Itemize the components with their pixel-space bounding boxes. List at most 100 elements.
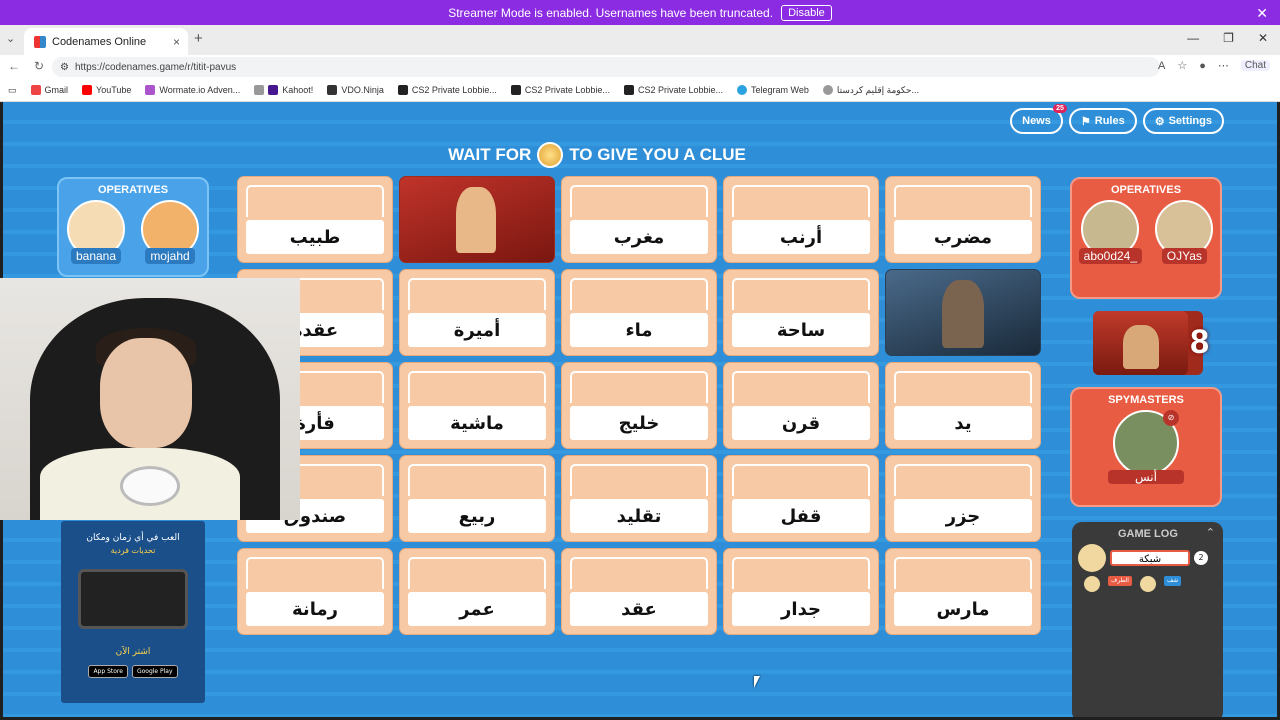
bookmark-wormate[interactable]: Wormate.io Adven...	[145, 85, 240, 95]
window-close-icon[interactable]: ✕	[1258, 31, 1268, 45]
close-icon[interactable]: ✕	[1256, 5, 1268, 22]
player-mojahd: mojahd	[141, 200, 199, 264]
word-card[interactable]: مضرب	[885, 176, 1041, 263]
player-abo0d24: abo0d24_	[1078, 200, 1143, 264]
word-card[interactable]: ساحة	[723, 269, 879, 356]
more-menu-icon[interactable]: ⋯	[1218, 59, 1229, 72]
avatar: ⊘	[1113, 410, 1179, 476]
word-card[interactable]: جدار	[723, 548, 879, 635]
cs2-icon	[510, 85, 521, 95]
cards-left-count: 8	[1190, 323, 1209, 361]
window-controls: — ❐ ✕	[1187, 31, 1268, 45]
wormate-icon	[145, 85, 156, 95]
word-card[interactable]: طبيب	[237, 176, 393, 263]
blue-team-operatives: OPERATIVES banana mojahd	[57, 177, 209, 277]
word-card[interactable]: رمانة	[237, 548, 393, 635]
spymasters-label: SPYMASTERS	[1108, 394, 1184, 406]
card-word: خليج	[570, 406, 708, 440]
log-entry-clue: شبكة 2	[1078, 544, 1208, 572]
news-button[interactable]: News 25	[1010, 104, 1067, 134]
restore-icon[interactable]: ❐	[1223, 31, 1234, 45]
youtube-icon	[82, 85, 93, 95]
word-card[interactable]: جزر	[885, 455, 1041, 542]
settings-button[interactable]: ⚙ Settings	[1142, 108, 1224, 134]
avatar	[1084, 576, 1100, 592]
bookmark-cs2-1[interactable]: CS2 Private Lobbie...	[397, 85, 497, 95]
word-card[interactable]: أميرة	[399, 269, 555, 356]
ad-cta: اشتر الآن	[115, 647, 151, 657]
back-icon[interactable]: ←	[8, 59, 20, 73]
url-text: https://codenames.game/r/titit-pavus	[74, 61, 237, 73]
word-card[interactable]: قرن	[723, 362, 879, 449]
bookmark-icon: ⚑	[1080, 115, 1091, 128]
app-store-badge[interactable]: App Store	[88, 665, 128, 678]
red-team-operatives: OPERATIVES abo0d24_ OJYas	[1070, 177, 1222, 299]
bookmark-gmail[interactable]: Gmail	[30, 85, 68, 95]
word-card[interactable]: تقليد	[561, 455, 717, 542]
revealed-red-agent-card	[399, 176, 555, 263]
bookmark-vdo-ninja[interactable]: VDO.Ninja	[327, 85, 384, 95]
game-status-title: WAIT FOR TO GIVE YOU A CLUE	[3, 142, 1191, 168]
bookmark-telegram[interactable]: Telegram Web	[737, 85, 809, 95]
chevron-up-icon[interactable]: ⌃	[1206, 526, 1215, 539]
card-word: قرن	[732, 406, 870, 440]
word-card[interactable]: مارس	[885, 548, 1041, 635]
site-info-icon[interactable]: ⚙	[60, 62, 69, 73]
favorite-star-icon[interactable]: ☆	[1177, 59, 1187, 72]
microphone-icon	[120, 466, 180, 506]
log-clue-number: 2	[1194, 551, 1208, 565]
cs2-icon	[397, 85, 408, 95]
copilot-chat-button[interactable]: Chat	[1240, 60, 1270, 71]
player-name: OJYas	[1161, 248, 1207, 264]
card-word: ماشية	[408, 406, 546, 440]
reading-list-icon[interactable]: ▭	[8, 85, 17, 96]
word-card[interactable]: عمر	[399, 548, 555, 635]
word-card[interactable]: قفل	[723, 455, 879, 542]
bookmark-kahoot[interactable]: Kahoot!	[254, 85, 313, 95]
tab-codenames[interactable]: Codenames Online ×	[24, 28, 188, 55]
revealed-blue-agent-card	[885, 269, 1041, 356]
word-card[interactable]: ماشية	[399, 362, 555, 449]
blue-operatives-label: OPERATIVES	[97, 184, 169, 196]
tab-close-icon[interactable]: ×	[173, 35, 180, 49]
banner-text: Streamer Mode is enabled. Usernames have…	[448, 5, 774, 20]
url-field[interactable]: ⚙ https://codenames.game/r/titit-pavus	[52, 57, 1160, 77]
bookmark-cs2-2[interactable]: CS2 Private Lobbie...	[510, 85, 610, 95]
card-word: رمانة	[246, 592, 384, 626]
spymaster-name: أنس	[1108, 470, 1184, 484]
word-card[interactable]: يد	[885, 362, 1041, 449]
bookmark-youtube[interactable]: YouTube	[82, 85, 131, 95]
word-card[interactable]: مغرب	[561, 176, 717, 263]
profile-icon[interactable]: ●	[1199, 60, 1206, 72]
log-clue-word: شبكة	[1110, 550, 1190, 566]
cs2-icon	[623, 85, 634, 95]
disable-button[interactable]: Disable	[781, 4, 832, 21]
word-card[interactable]: ماء	[561, 269, 717, 356]
player-ojyas: OJYas	[1155, 200, 1214, 264]
reload-icon[interactable]: ↻	[34, 59, 44, 73]
word-card[interactable]: خليج	[561, 362, 717, 449]
app-promo-ad[interactable]: العب في أي زمان ومكان تحديات فردية اشتر …	[61, 521, 205, 703]
card-word: أرنب	[732, 220, 870, 254]
card-word: قفل	[732, 499, 870, 533]
bookmark-cs2-3[interactable]: CS2 Private Lobbie...	[623, 85, 723, 95]
card-word: جزر	[894, 499, 1032, 533]
google-play-badge[interactable]: Google Play	[131, 665, 178, 678]
minimize-icon[interactable]: —	[1187, 31, 1199, 45]
word-card[interactable]: عقد	[561, 548, 717, 635]
guess-tag-blue: شف	[1163, 576, 1182, 586]
tab-list-chevron-icon[interactable]: ⌄	[6, 32, 15, 45]
streamer-face	[100, 338, 192, 448]
word-card[interactable]: أرنب	[723, 176, 879, 263]
rules-button[interactable]: ⚑ Rules	[1068, 108, 1137, 134]
mouse-cursor-icon	[754, 676, 760, 688]
globe-icon	[254, 85, 265, 95]
word-card[interactable]: ربيع	[399, 455, 555, 542]
bookmark-kurdistan-gov[interactable]: حكومة إقليم كردستا...	[822, 85, 919, 96]
streamer-webcam-overlay	[0, 278, 300, 520]
new-tab-icon[interactable]: +	[194, 30, 203, 47]
red-team-spymasters: SPYMASTERS ⊘ أنس	[1070, 387, 1222, 507]
telegram-icon	[737, 85, 748, 95]
card-word: عمر	[408, 592, 546, 626]
read-aloud-icon[interactable]: A	[1158, 60, 1165, 72]
